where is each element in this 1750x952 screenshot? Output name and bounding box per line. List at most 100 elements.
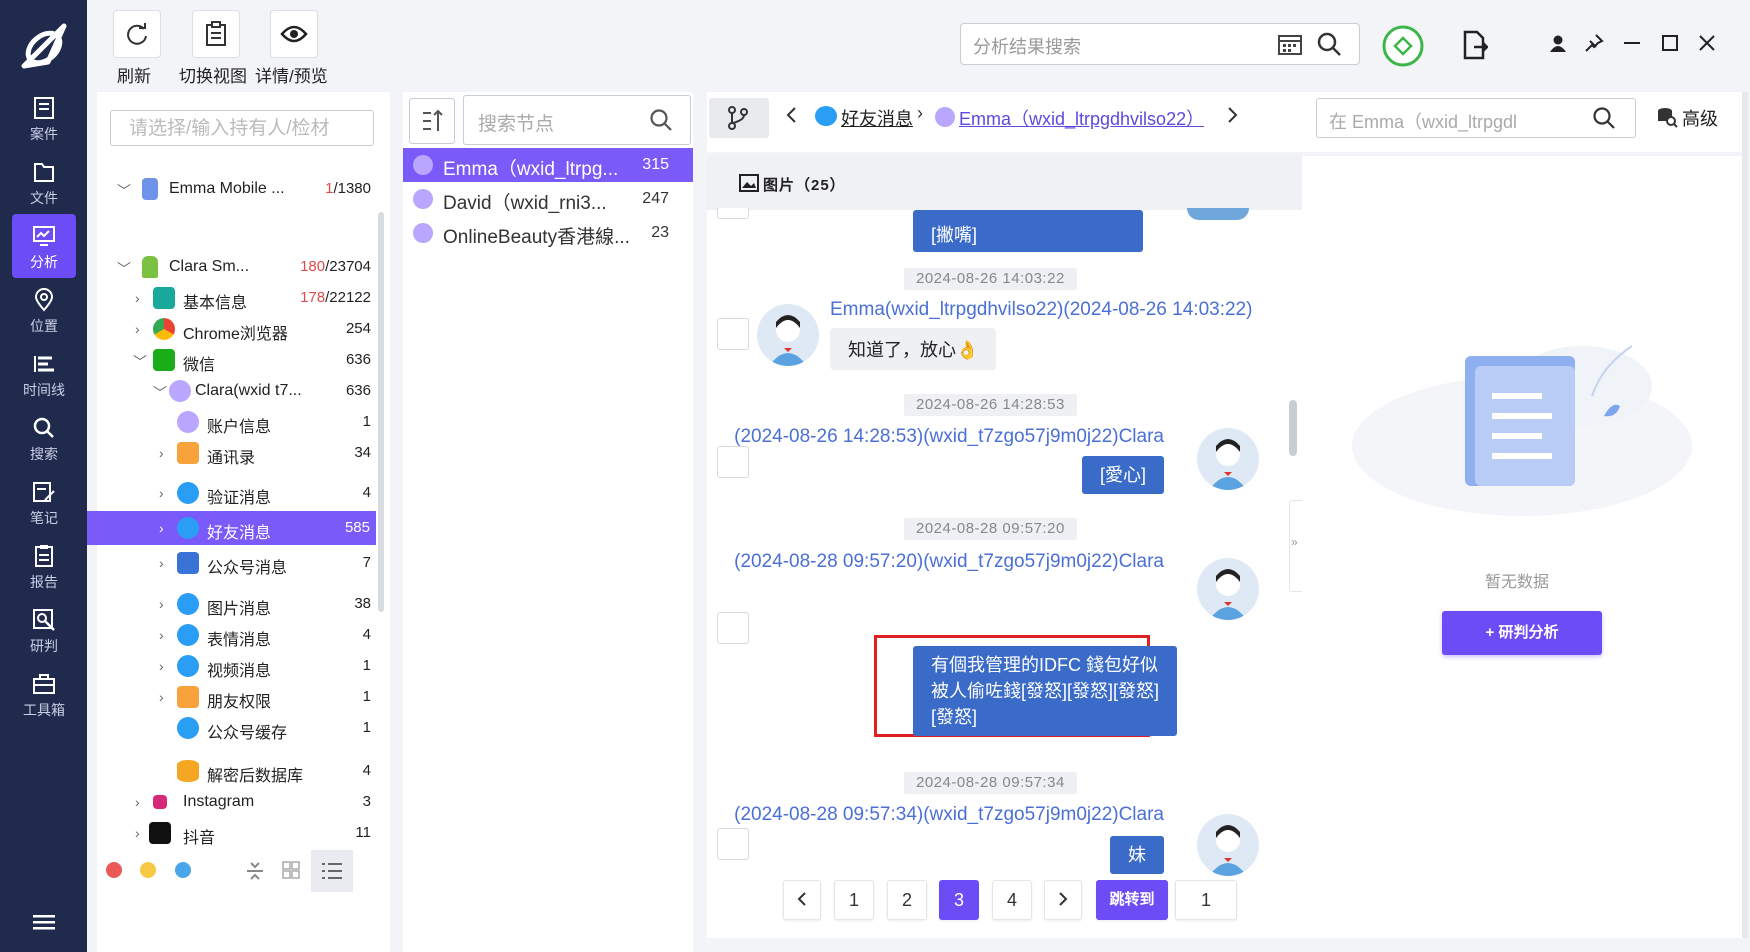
calendar-icon[interactable] [1277,32,1303,56]
chevron-right-icon[interactable]: › [135,321,149,337]
in-chat-search-input[interactable]: 在 Emma（wxid_ltrpgdl [1316,98,1636,138]
chevron-right-icon[interactable]: › [135,290,149,306]
chevron-right-icon[interactable]: › [159,596,173,612]
chevron-right-icon[interactable]: › [135,825,149,841]
branch-button[interactable] [709,98,769,138]
user-icon[interactable] [1548,34,1568,54]
jump-page-input[interactable]: 1 [1175,880,1237,920]
advanced-label[interactable]: 高级 [1682,105,1718,131]
pin-icon[interactable] [1584,33,1604,53]
breadcrumb-contact[interactable]: Emma（wxid_ltrpgdhvilso22） [959,105,1204,131]
contact-row[interactable]: David（wxid_rni3... 247 [403,182,693,216]
tree-row-account-info[interactable]: 账户信息 1 [97,405,377,439]
window-scrollbar[interactable] [1742,92,1748,938]
nav-file[interactable]: 文件 [12,150,76,214]
switch-view-button[interactable] [192,10,240,58]
tree-row-chrome[interactable]: › Chrome浏览器 254 [97,312,377,346]
tree-row-clara-device[interactable]: ﹀ Clara Sm... 180/23704 [97,250,377,284]
contact-row[interactable]: Emma（wxid_ltrpg... 315 [403,148,693,182]
chevron-right-icon[interactable]: › [159,445,173,461]
search-icon[interactable] [648,107,674,133]
node-search-input[interactable]: 搜索节点 [463,95,691,145]
chevron-down-icon[interactable]: ﹀ [117,181,131,199]
blue-filter-dot[interactable] [175,862,191,878]
tree-scrollbar[interactable] [378,212,384,612]
collapse-side-button[interactable]: » [1289,500,1303,592]
analyze-button[interactable]: + 研判分析 [1442,611,1602,655]
nav-case[interactable]: 案件 [12,86,76,150]
chevron-right-icon[interactable]: › [159,658,173,674]
message-checkbox[interactable] [717,208,749,219]
chat-scrollbar[interactable] [1289,400,1297,456]
forward-chevron-icon[interactable] [1225,106,1239,124]
list-view-button[interactable] [311,850,353,892]
back-chevron-icon[interactable] [785,106,799,124]
menu-icon[interactable] [33,914,55,932]
chevron-down-icon[interactable]: ﹀ [133,352,147,370]
chevron-right-icon[interactable]: › [159,555,173,571]
chevron-right-icon[interactable]: › [159,689,173,705]
message-checkbox[interactable] [717,446,749,478]
tab-images[interactable]: 图片（25） [763,174,846,195]
tree-row-clara-account[interactable]: ﹀ Clara(wxid t7... 636 [97,374,377,408]
sort-button[interactable] [409,98,455,144]
tree-row-emma-device[interactable]: ﹀ Emma Mobile ... 1/1380 [97,172,377,206]
tree-row-friend-msg[interactable]: › 好友消息 585 [87,511,376,545]
page-next-button[interactable] [1044,880,1082,920]
jump-to-button[interactable]: 跳转到 [1096,880,1168,920]
message-checkbox[interactable] [717,612,749,644]
nav-notes[interactable]: 笔记 [12,470,76,534]
tree-row-official-cache[interactable]: 公众号缓存 1 [97,711,377,745]
minimize-icon[interactable] [1622,33,1642,53]
tree-row-verify-msg[interactable]: › 验证消息 4 [97,476,377,510]
tree-row-contacts[interactable]: › 通讯录 34 [97,436,377,470]
tree-row-official-msg[interactable]: › 公众号消息 7 [97,546,377,580]
grid-view-icon[interactable] [281,860,301,880]
shield-status-icon[interactable] [1382,25,1424,67]
tree-row-decrypted-db[interactable]: 解密后数据库 4 [97,754,377,788]
close-icon[interactable] [1697,33,1717,53]
breadcrumb-friend-msg[interactable]: 好友消息 [841,105,913,131]
nav-toolbox[interactable]: 工具箱 [12,662,76,726]
maximize-icon[interactable] [1660,33,1680,53]
nav-judge[interactable]: 研判 [12,598,76,662]
tree-row-instagram[interactable]: › Instagram 3 [97,785,377,819]
message-checkbox[interactable] [717,318,749,350]
chevron-right-icon[interactable]: › [159,485,173,501]
nav-timeline[interactable]: 时间线 [12,342,76,406]
chevron-right-icon[interactable]: › [135,794,149,810]
details-preview-button[interactable] [270,10,318,58]
search-icon[interactable] [1315,30,1343,58]
contact-row[interactable]: OnlineBeauty香港線... 23 [403,216,693,250]
tree-row-basic-info[interactable]: › 基本信息 178/22122 [97,281,377,315]
page-prev-button[interactable] [783,880,821,920]
tree-row-video-msg[interactable]: › 视频消息 1 [97,649,377,683]
export-file-icon[interactable] [1462,30,1488,60]
tree-row-emoji-msg[interactable]: › 表情消息 4 [97,618,377,652]
tree-row-douyin[interactable]: › 抖音 11 [97,816,377,846]
page-button[interactable]: 1 [834,880,874,920]
page-button[interactable]: 2 [887,880,927,920]
yellow-filter-dot[interactable] [140,862,156,878]
nav-location[interactable]: 位置 [12,278,76,342]
nav-analysis[interactable]: 分析 [12,214,76,278]
collapse-all-icon[interactable] [245,860,265,882]
refresh-button[interactable] [113,10,161,58]
page-button[interactable]: 4 [992,880,1032,920]
red-filter-dot[interactable] [106,862,122,878]
chevron-down-icon[interactable]: ﹀ [117,259,131,277]
search-icon[interactable] [1591,105,1617,131]
advanced-search-icon[interactable] [1656,106,1678,128]
nav-search[interactable]: 搜索 [12,406,76,470]
tree-row-friend-permission[interactable]: › 朋友权限 1 [97,680,377,714]
tree-row-image-msg[interactable]: › 图片消息 38 [97,587,377,621]
tree-row-wechat[interactable]: ﹀ 微信 636 [97,343,377,377]
chevron-right-icon[interactable]: › [159,520,173,536]
chevron-down-icon[interactable]: ﹀ [153,383,167,401]
chevron-right-icon[interactable]: › [159,627,173,643]
page-button-current[interactable]: 3 [939,880,979,920]
message-checkbox[interactable] [717,828,749,860]
analysis-search-input[interactable]: 分析结果搜索 [960,23,1360,65]
owner-select[interactable]: 请选择/输入持有人/检材 [110,110,374,146]
nav-report[interactable]: 报告 [12,534,76,598]
